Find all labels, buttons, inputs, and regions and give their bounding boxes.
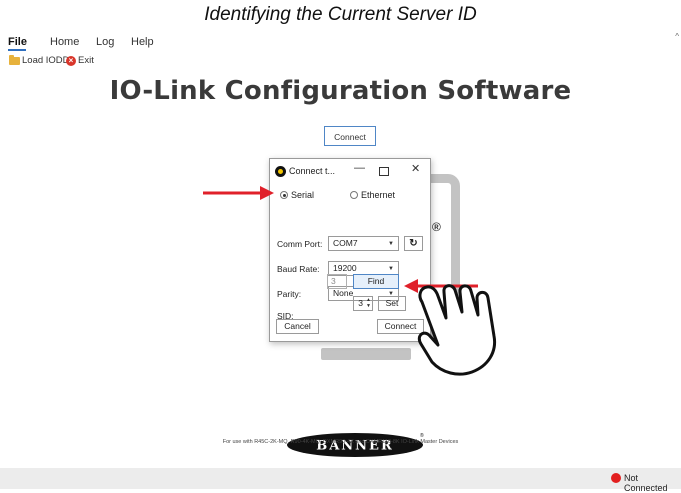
collapse-ribbon-icon[interactable]: ^ xyxy=(675,32,679,41)
folder-icon xyxy=(9,54,20,65)
baud-rate-value: 19200 xyxy=(333,263,357,273)
exit-icon: × xyxy=(66,55,76,66)
exit-button[interactable]: × Exit xyxy=(66,55,94,66)
load-iodd-label: Load IODD xyxy=(22,55,70,66)
monitor-stand-illustration xyxy=(321,348,411,360)
connect-dialog: Connect t... — ✕ Serial Ethernet Comm Po… xyxy=(269,158,431,342)
radio-serial[interactable]: Serial xyxy=(280,190,314,200)
radio-ethernet[interactable]: Ethernet xyxy=(350,190,395,200)
chevron-down-icon: ▼ xyxy=(388,241,394,247)
banner-app-icon xyxy=(275,166,286,177)
close-icon[interactable]: ✕ xyxy=(411,162,420,175)
menu-file[interactable]: File xyxy=(8,36,27,48)
set-button[interactable]: Set xyxy=(378,296,406,311)
maximize-icon[interactable] xyxy=(379,167,389,176)
status-indicator-icon xyxy=(611,473,621,483)
stepper-arrows-icon[interactable]: ▲ ▼ xyxy=(366,297,371,309)
comm-port-select[interactable]: COM7 ▼ xyxy=(328,236,399,251)
dialog-title: Connect t... xyxy=(289,166,336,176)
connect-button[interactable]: Connect xyxy=(377,319,424,334)
stepper-value: 3 xyxy=(358,298,363,308)
baud-rate-label: Baud Rate: xyxy=(277,264,320,274)
status-text: Not Connected xyxy=(624,473,668,493)
refresh-icon: ↻ xyxy=(409,238,418,249)
menu-home[interactable]: Home xyxy=(50,36,79,48)
find-button[interactable]: Find xyxy=(353,274,399,289)
load-iodd-button[interactable]: Load IODD xyxy=(9,54,70,66)
ethernet-label: Ethernet xyxy=(361,190,396,200)
menu-file-underline xyxy=(8,49,26,51)
parity-value: None xyxy=(333,288,354,298)
serial-label: Serial xyxy=(291,190,315,200)
sid-stepper[interactable]: 3 ▲ ▼ xyxy=(353,296,373,311)
app-window: File Home Log Help ^ Load IODD × Exit IO… xyxy=(0,30,681,493)
radio-unselected-icon xyxy=(350,191,358,199)
sid-field: 3 xyxy=(327,274,347,289)
exit-label: Exit xyxy=(78,55,94,66)
menu-log[interactable]: Log xyxy=(96,36,114,48)
connect-main-button[interactable]: Connect xyxy=(324,126,376,146)
refresh-button[interactable]: ↻ xyxy=(404,236,423,251)
registered-mark-icon: ® xyxy=(432,220,441,234)
status-bar: Not Connected xyxy=(0,468,681,493)
app-title: IO-Link Configuration Software xyxy=(109,76,572,106)
banner-logo: BANNER ® xyxy=(287,432,424,457)
compatibility-note: For use with R45C-2K-MQ, R90-4K-MQ, DXMR… xyxy=(222,439,459,445)
cancel-button[interactable]: Cancel xyxy=(276,319,319,334)
comm-port-label: Comm Port: xyxy=(277,239,323,249)
svg-text:®: ® xyxy=(420,432,424,439)
figure-caption: Identifying the Current Server ID xyxy=(204,4,477,25)
radio-selected-icon xyxy=(280,191,288,199)
parity-label: Parity: xyxy=(277,289,302,299)
minimize-icon[interactable]: — xyxy=(354,162,365,174)
menu-help[interactable]: Help xyxy=(131,36,154,48)
comm-port-value: COM7 xyxy=(333,238,358,248)
